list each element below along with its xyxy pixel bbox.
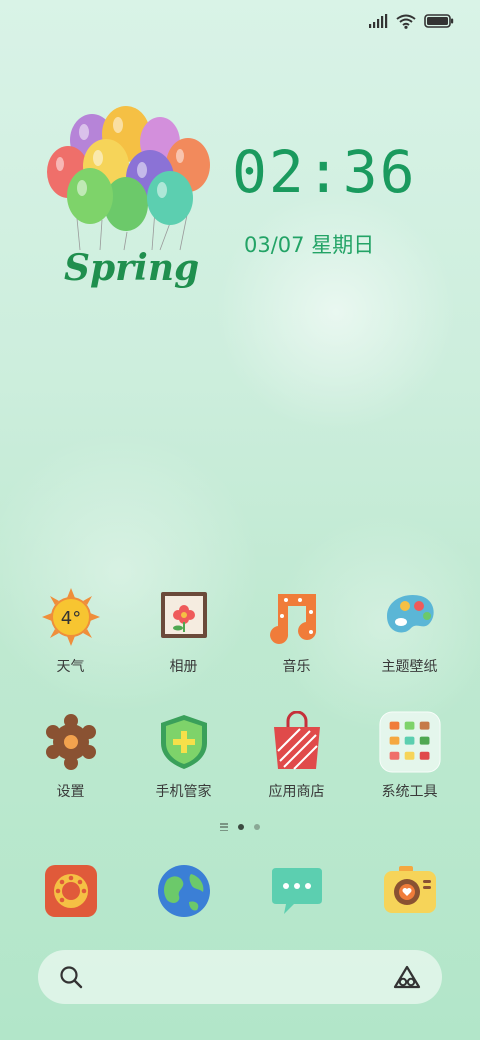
- dock-camera[interactable]: [355, 862, 465, 920]
- browser-icon: [157, 865, 210, 917]
- app-label: 系统工具: [381, 784, 438, 800]
- app-music[interactable]: 音乐: [242, 586, 352, 711]
- dock-browser[interactable]: [129, 862, 239, 920]
- page-dot-active: [238, 824, 244, 830]
- clock-date[interactable]: 03/07 星期日: [244, 229, 374, 259]
- dock-messages[interactable]: [242, 862, 352, 920]
- page-dot: [254, 824, 260, 830]
- app-row: 4° 天气 相册 音乐 主题壁纸: [0, 586, 480, 711]
- dock-phone[interactable]: [16, 862, 126, 920]
- app-row: 设置 手机管家 应用商店 系统工具: [0, 711, 480, 836]
- app-weather[interactable]: 4° 天气: [16, 586, 126, 711]
- app-label: 主题壁纸: [381, 659, 438, 675]
- wifi-icon: [396, 14, 416, 29]
- phone-icon: [44, 865, 97, 917]
- battery-icon: [424, 14, 454, 28]
- weather-temp: 4°: [60, 608, 80, 629]
- folder-icon: [378, 711, 441, 773]
- search-bar[interactable]: [38, 950, 442, 1004]
- app-label: 天气: [56, 659, 85, 675]
- clock-time[interactable]: 02:36: [232, 138, 417, 206]
- page-indicator[interactable]: [0, 823, 480, 831]
- app-gallery[interactable]: 相册: [129, 586, 239, 711]
- music-icon: [266, 586, 328, 648]
- app-label: 应用商店: [268, 784, 325, 800]
- theme-icon: [379, 586, 441, 648]
- gallery-icon: [153, 586, 215, 648]
- spring-text: Spring: [64, 247, 199, 289]
- search-icon[interactable]: [58, 964, 84, 990]
- spring-balloons-widget[interactable]: Spring: [42, 100, 214, 300]
- app-security[interactable]: 手机管家: [129, 711, 239, 836]
- settings-icon: [40, 711, 102, 773]
- assistant-icon[interactable]: [392, 964, 422, 990]
- messages-icon: [271, 868, 322, 914]
- app-label: 相册: [169, 659, 198, 675]
- weather-icon: 4°: [40, 586, 102, 648]
- app-label: 手机管家: [155, 784, 212, 800]
- app-settings[interactable]: 设置: [16, 711, 126, 836]
- status-bar: [368, 10, 454, 32]
- dock: [0, 862, 480, 920]
- app-store-icon: [266, 711, 328, 773]
- app-label: 设置: [56, 784, 85, 800]
- app-grid: 4° 天气 相册 音乐 主题壁纸 设置 手机管家 应用商店 系统工具: [0, 586, 480, 836]
- camera-icon: [383, 866, 436, 913]
- signal-icon: [369, 14, 388, 28]
- app-theme[interactable]: 主题壁纸: [355, 586, 465, 711]
- app-folder-tools[interactable]: 系统工具: [355, 711, 465, 836]
- menu-lines-icon: [220, 823, 228, 831]
- app-store[interactable]: 应用商店: [242, 711, 352, 836]
- app-label: 音乐: [282, 659, 311, 675]
- security-icon: [153, 711, 215, 773]
